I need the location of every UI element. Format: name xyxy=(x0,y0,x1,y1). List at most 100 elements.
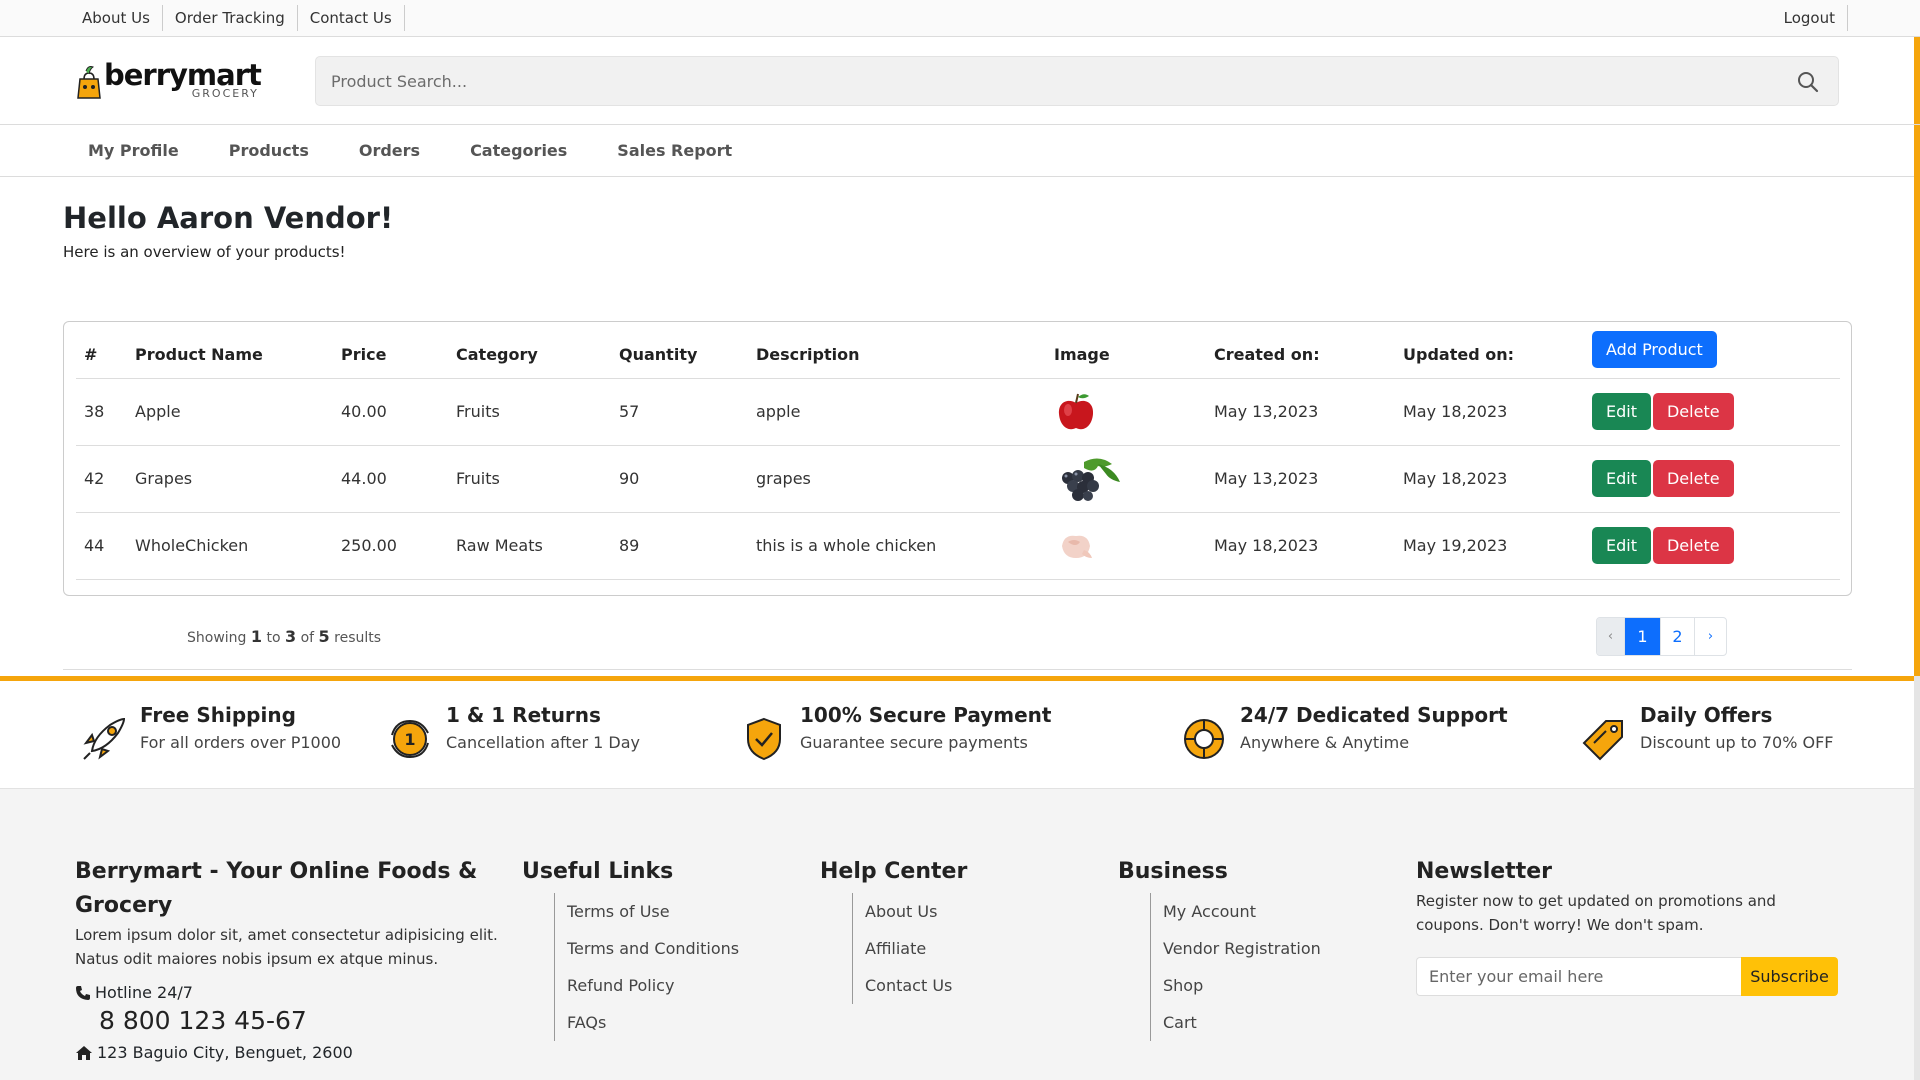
table-header-row: # Product Name Price Category Quantity D… xyxy=(76,322,1840,379)
footer-help-title: Help Center xyxy=(820,859,968,884)
top-link-order-tracking[interactable]: Order Tracking xyxy=(163,5,298,31)
pagination-page-1[interactable]: 1 xyxy=(1625,618,1661,655)
nav-products[interactable]: Products xyxy=(204,141,334,160)
cell-actions: Edit Delete xyxy=(1592,512,1840,580)
cell-id: 42 xyxy=(76,445,135,513)
cell-updated: May 18,2023 xyxy=(1403,445,1592,513)
feature-text: 100% Secure Payment Guarantee secure pay… xyxy=(800,703,1051,763)
rocket-icon xyxy=(83,717,126,760)
nav-categories[interactable]: Categories xyxy=(445,141,592,160)
cell-quantity: 89 xyxy=(619,512,756,580)
lifebuoy-icon xyxy=(1184,719,1224,759)
feature-title: 1 & 1 Returns xyxy=(446,703,601,727)
delete-button[interactable]: Delete xyxy=(1652,393,1734,430)
cell-category: Fruits xyxy=(456,445,619,513)
header: berrymart GROCERY xyxy=(0,37,1920,125)
col-header-price: Price xyxy=(341,322,456,379)
footer-useful-links: Useful Links Terms of Use Terms and Cond… xyxy=(522,855,739,1041)
cell-image xyxy=(1054,445,1214,513)
nav-orders[interactable]: Orders xyxy=(334,141,445,160)
showing-total: 5 xyxy=(318,627,330,646)
logout-link[interactable]: Logout xyxy=(1772,5,1848,31)
features-strip: Free Shipping For all orders over P1000 … xyxy=(0,676,1914,789)
business-links-list: My Account Vendor Registration Shop Cart xyxy=(1150,893,1321,1041)
cell-created: May 18,2023 xyxy=(1214,512,1403,580)
top-link-contact-us[interactable]: Contact Us xyxy=(298,5,405,31)
feature-desc: Anywhere & Anytime xyxy=(1240,733,1410,752)
top-bar: About Us Order Tracking Contact Us Logou… xyxy=(0,0,1920,37)
search-icon[interactable] xyxy=(1796,70,1820,94)
scrollbar[interactable] xyxy=(1914,676,1920,1080)
table-row: 44 WholeChicken 250.00 Raw Meats 89 this… xyxy=(76,512,1840,580)
hotline-number[interactable]: 8 800 123 45-67 xyxy=(99,1006,505,1035)
feature-text: 24/7 Dedicated Support Anywhere & Anytim… xyxy=(1240,703,1508,763)
main-nav: My Profile Products Orders Categories Sa… xyxy=(0,125,1920,177)
page-subtitle: Here is an overview of your products! xyxy=(63,243,346,261)
footer-link[interactable]: Cart xyxy=(1163,1004,1321,1041)
footer-link[interactable]: Terms and Conditions xyxy=(567,930,739,967)
col-header-description: Description xyxy=(756,322,1054,379)
divider xyxy=(63,669,1852,670)
footer-about-text: Lorem ipsum dolor sit, amet consectetur … xyxy=(75,926,498,968)
showing-suffix: results xyxy=(334,630,382,646)
top-link-about-us[interactable]: About Us xyxy=(70,5,163,31)
footer-link[interactable]: FAQs xyxy=(567,1004,739,1041)
edit-button[interactable]: Edit xyxy=(1592,393,1651,430)
cell-actions: Edit Delete xyxy=(1592,378,1840,446)
footer: Berrymart - Your Online Foods & Grocery … xyxy=(0,789,1914,1080)
cell-description: apple xyxy=(756,378,1054,446)
logo[interactable]: berrymart GROCERY xyxy=(76,59,262,100)
showing-to-word: to xyxy=(266,630,281,646)
useful-links-list: Terms of Use Terms and Conditions Refund… xyxy=(554,893,739,1041)
cell-quantity: 57 xyxy=(619,378,756,446)
search-input[interactable] xyxy=(316,57,1716,105)
add-product-button[interactable]: Add Product xyxy=(1592,331,1717,369)
cell-updated: May 18,2023 xyxy=(1403,378,1592,446)
feature-desc: Cancellation after 1 Day xyxy=(446,733,640,752)
hotline: Hotline 24/7 xyxy=(75,983,505,1002)
col-header-quantity: Quantity xyxy=(619,322,756,379)
pagination: ‹ 1 2 › xyxy=(1596,617,1727,656)
cell-id: 44 xyxy=(76,512,135,580)
col-header-category: Category xyxy=(456,322,619,379)
feature-secure-payment: 100% Secure Payment Guarantee secure pay… xyxy=(740,703,1051,763)
cell-actions: Edit Delete xyxy=(1592,445,1840,513)
footer-link[interactable]: About Us xyxy=(865,893,967,930)
showing-to: 3 xyxy=(285,627,297,646)
nav-sales-report[interactable]: Sales Report xyxy=(592,141,757,160)
tag-icon xyxy=(1582,720,1623,761)
pagination-prev[interactable]: ‹ xyxy=(1597,618,1625,655)
newsletter-email-input[interactable] xyxy=(1416,957,1741,996)
footer-about: Berrymart - Your Online Foods & Grocery … xyxy=(75,855,505,1062)
footer-link[interactable]: Refund Policy xyxy=(567,967,739,1004)
table-row: 38 Apple 40.00 Fruits 57 apple May 13,20… xyxy=(76,378,1840,446)
footer-link[interactable]: Affiliate xyxy=(865,930,967,967)
nav-my-profile[interactable]: My Profile xyxy=(63,141,204,160)
cell-price: 250.00 xyxy=(341,512,456,580)
products-table: # Product Name Price Category Quantity D… xyxy=(76,322,1840,580)
delete-button[interactable]: Delete xyxy=(1652,527,1734,564)
subscribe-button[interactable]: Subscribe xyxy=(1741,957,1838,996)
top-right: Logout xyxy=(1772,0,1848,36)
showing-prefix: Showing xyxy=(187,630,247,646)
footer-link[interactable]: Terms of Use xyxy=(567,893,739,930)
footer-link[interactable]: Contact Us xyxy=(865,967,967,1004)
edit-button[interactable]: Edit xyxy=(1592,460,1651,497)
chicken-image xyxy=(1062,535,1092,558)
footer-link[interactable]: Vendor Registration xyxy=(1163,930,1321,967)
cell-name: WholeChicken xyxy=(135,512,341,580)
feature-title: Daily Offers xyxy=(1640,703,1773,727)
edit-button[interactable]: Edit xyxy=(1592,527,1651,564)
cell-updated: May 19,2023 xyxy=(1403,512,1592,580)
pagination-next[interactable]: › xyxy=(1695,618,1726,655)
phone-icon xyxy=(76,985,90,1000)
cell-price: 40.00 xyxy=(341,378,456,446)
footer-link[interactable]: Shop xyxy=(1163,967,1321,1004)
footer-link[interactable]: My Account xyxy=(1163,893,1321,930)
feature-desc: Guarantee secure payments xyxy=(800,733,1028,752)
footer-newsletter-text: Register now to get updated on promotion… xyxy=(1416,892,1776,934)
cell-category: Fruits xyxy=(456,378,619,446)
pagination-page-2[interactable]: 2 xyxy=(1661,618,1695,655)
delete-button[interactable]: Delete xyxy=(1652,460,1734,497)
products-table-card: # Product Name Price Category Quantity D… xyxy=(63,321,1852,596)
